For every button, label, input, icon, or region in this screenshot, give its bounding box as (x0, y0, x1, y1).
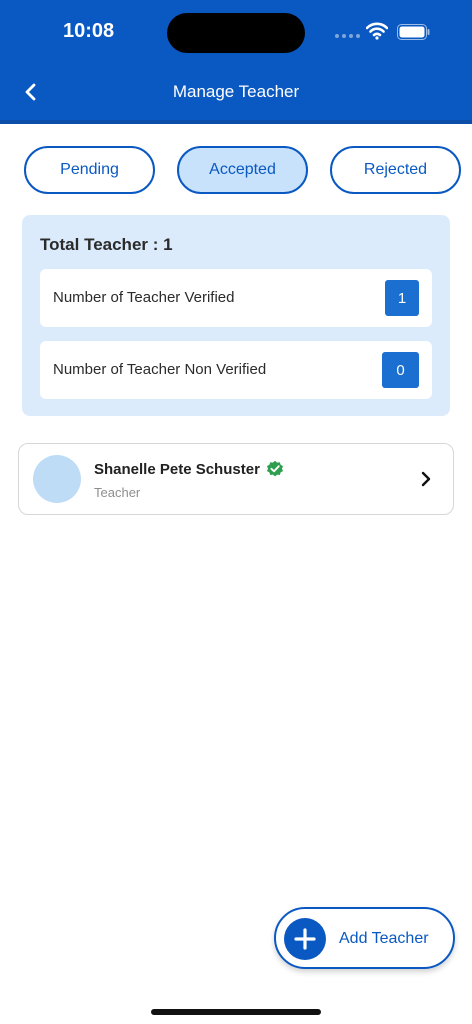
verified-count-badge: 1 (385, 280, 419, 316)
tab-accepted[interactable]: Accepted (177, 146, 308, 194)
battery-icon (397, 24, 430, 40)
non-verified-count-label: Number of Teacher Non Verified (53, 361, 267, 378)
verified-count-row: Number of Teacher Verified 1 (40, 269, 432, 327)
non-verified-count-row: Number of Teacher Non Verified 0 (40, 341, 432, 399)
avatar (33, 455, 81, 503)
cellular-signal-icon (335, 34, 360, 38)
home-indicator[interactable] (151, 1009, 321, 1015)
camera-notch (167, 13, 305, 53)
page-title: Manage Teacher (172, 82, 300, 101)
tab-rejected[interactable]: Rejected (330, 146, 461, 194)
teacher-name-row: Shanelle Pete Schuster (94, 460, 284, 478)
verified-count-label: Number of Teacher Verified (53, 289, 235, 306)
tab-pending[interactable]: Pending (24, 146, 155, 194)
add-teacher-label: Add Teacher (339, 930, 429, 947)
teacher-list-item[interactable]: Shanelle Pete Schuster Teacher (18, 443, 454, 515)
non-verified-count-badge: 0 (382, 352, 419, 388)
add-teacher-button[interactable]: Add Teacher (274, 907, 455, 969)
chevron-right-icon (421, 471, 431, 487)
header-divider (0, 120, 472, 124)
teacher-name: Shanelle Pete Schuster (94, 460, 260, 478)
teacher-role: Teacher (94, 485, 141, 500)
plus-icon (284, 918, 326, 960)
status-time: 10:08 (63, 20, 115, 42)
total-teacher-heading: Total Teacher : 1 (40, 235, 173, 254)
verified-badge-icon (266, 460, 283, 477)
app-header: 10:08 Manage Teacher (0, 0, 472, 124)
teacher-summary-card: Total Teacher : 1 Number of Teacher Veri… (22, 215, 450, 416)
wifi-icon (366, 22, 388, 40)
